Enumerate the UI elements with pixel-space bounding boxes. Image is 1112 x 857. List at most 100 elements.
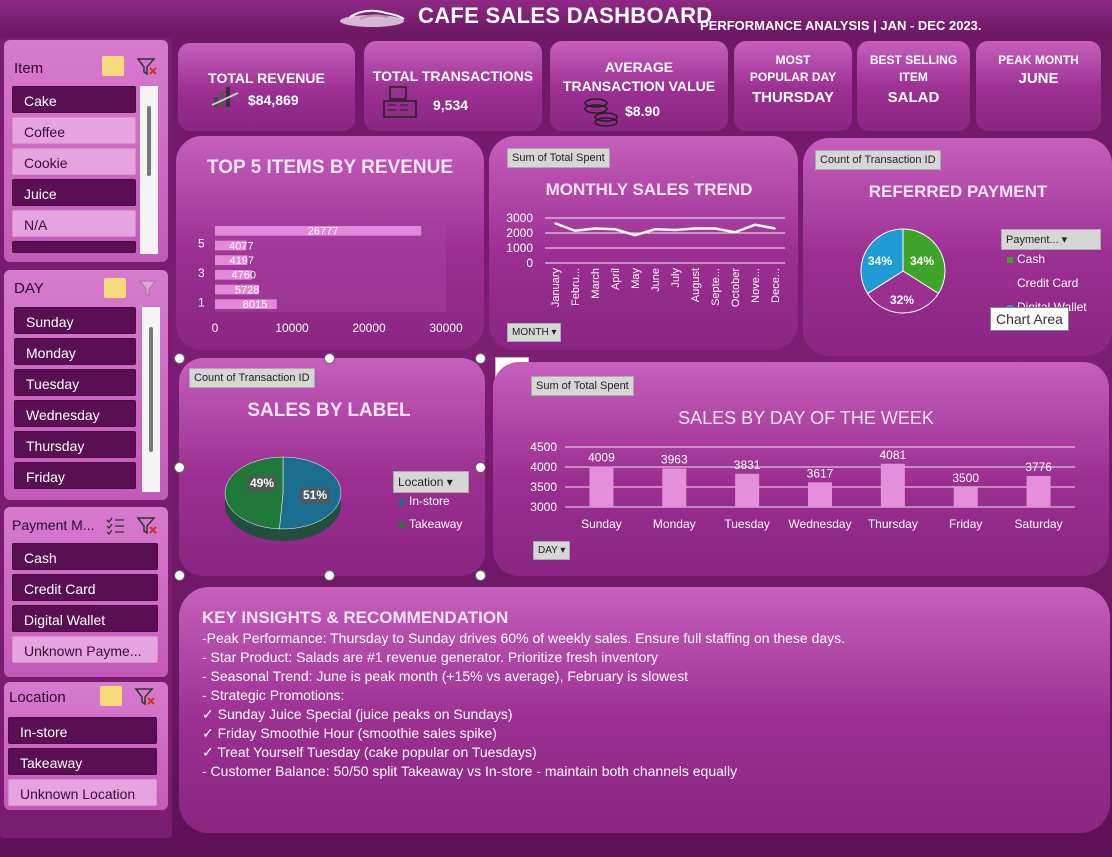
slicer-day-option[interactable]: Sunday xyxy=(14,307,136,334)
resize-handle[interactable] xyxy=(324,353,335,364)
resize-handle[interactable] xyxy=(475,353,486,364)
kpi-total-revenue: TOTAL REVENUE $84,869 xyxy=(178,43,355,131)
legend-cash: Cash xyxy=(1007,252,1045,266)
slicer-item-option[interactable]: N/A xyxy=(12,210,136,237)
label-pie-chart: 51% 49% xyxy=(224,456,342,541)
x-tick-label: Saturday xyxy=(1015,517,1063,531)
slicer-payment-option[interactable]: Digital Wallet xyxy=(12,605,158,632)
bar xyxy=(662,468,687,507)
insight-line: ✓ Friday Smoothie Hour (smoothie sales s… xyxy=(202,725,497,741)
insights-title: KEY INSIGHTS & RECOMMENDATION xyxy=(202,608,509,627)
resize-handle[interactable] xyxy=(174,353,185,364)
data-label: 51% xyxy=(303,488,327,502)
slicer-payment-title: Payment M... xyxy=(12,517,95,533)
bar xyxy=(953,487,978,507)
slicer-day-title: DAY xyxy=(14,280,44,297)
slicer-location-option[interactable]: Unknown Location xyxy=(8,779,157,806)
kpi-best-item: BEST SELLING ITEM SALAD xyxy=(857,41,970,131)
slicer-payment-option[interactable]: Cash xyxy=(12,543,158,570)
slicer-item-option[interactable]: Juice xyxy=(12,179,136,206)
kpi-label: TOTAL TRANSACTIONS xyxy=(372,68,534,84)
slicer-day-option[interactable]: Wednesday xyxy=(14,400,136,427)
x-tick-label: 0 xyxy=(212,321,219,335)
data-label: 3776 xyxy=(1025,460,1052,474)
slicer-scrollbar[interactable] xyxy=(140,86,158,254)
location-filter-button[interactable]: Location ▾ xyxy=(393,471,469,493)
monthly-line-chart: 3000200010000 January Febru... March April Ma… xyxy=(506,211,785,308)
slicer-item-option[interactable]: Coffee xyxy=(12,117,136,144)
resize-handle[interactable] xyxy=(324,570,335,581)
slicer-item-option[interactable]: Cake xyxy=(12,86,136,113)
bar xyxy=(589,466,614,507)
y-tick-label: 4000 xyxy=(530,460,557,474)
kpi-label: BEST SELLING xyxy=(869,53,958,67)
clear-filter-icon[interactable] xyxy=(134,686,156,706)
slicer-item-option[interactable]: Cookie xyxy=(12,148,136,175)
filter-icon[interactable] xyxy=(138,278,160,298)
x-tick-label: 10000 xyxy=(275,321,309,335)
slicer-day-option[interactable]: Friday xyxy=(14,462,136,489)
month-filter-button[interactable]: MONTH ▾ xyxy=(507,323,562,342)
slicer-payment-option[interactable]: Credit Card xyxy=(12,574,158,601)
multi-select-icon[interactable] xyxy=(104,515,126,535)
x-tick-label: Dece... xyxy=(770,268,782,303)
slicer-day-option[interactable]: Tuesday xyxy=(14,369,136,396)
kpi-value: SALAD xyxy=(887,89,940,106)
slicer-location-option[interactable]: In-store xyxy=(8,717,157,744)
y-tick-label: 3000 xyxy=(506,211,533,225)
legend-in-store: In-store xyxy=(399,494,450,508)
slicer-scrollbar[interactable] xyxy=(142,307,160,492)
slicer-day-option[interactable]: Thursday xyxy=(14,431,136,458)
kpi-value: $8.90 xyxy=(625,103,661,119)
slicer-payment: Payment M... Cash Credit Card Digital Wa… xyxy=(4,507,168,677)
x-tick-label: July xyxy=(670,268,682,288)
resize-handle[interactable] xyxy=(174,570,185,581)
top5-items-panel: TOP 5 ITEMS BY REVENUE 26777 4077 4197 4760… xyxy=(176,136,484,350)
slicer-day-option[interactable]: Monday xyxy=(14,338,136,365)
bar xyxy=(1026,475,1051,507)
data-label: 32% xyxy=(890,293,914,307)
clear-filter-icon[interactable] xyxy=(136,515,158,535)
slicer-location-option[interactable]: Takeaway xyxy=(8,748,157,775)
slicer-item-title: Item xyxy=(14,60,44,77)
resize-handle[interactable] xyxy=(475,570,486,581)
y-tick-label: 1000 xyxy=(506,241,533,255)
y-tick-label: 5 xyxy=(198,237,205,251)
x-tick-label: April xyxy=(610,268,622,290)
x-tick-label: January xyxy=(550,268,562,308)
kpi-value: THURSDAY xyxy=(752,89,834,106)
cash-register-icon xyxy=(383,86,417,118)
slicer-location-title: Location xyxy=(9,689,66,706)
legend-label: Takeaway xyxy=(409,517,463,531)
multi-select-icon[interactable] xyxy=(100,686,122,706)
insight-line: ✓ Treat Yourself Tuesday (cake popular o… xyxy=(202,744,537,760)
x-tick-label: Febru... xyxy=(570,268,582,306)
kpi-label: PEAK MONTH xyxy=(998,53,1079,67)
resize-handle[interactable] xyxy=(475,462,486,473)
slicer-item-option-partial[interactable] xyxy=(12,241,136,253)
data-label: 4077 xyxy=(229,240,253,252)
kpi-peak-month: PEAK MONTH JUNE xyxy=(976,41,1101,131)
x-tick-label: Tuesday xyxy=(724,517,770,531)
slicer-item: Item Cake Coffee Cookie Juice N/A xyxy=(4,40,168,262)
data-label: 4760 xyxy=(231,270,255,282)
resize-handle[interactable] xyxy=(174,462,185,473)
data-label: 3500 xyxy=(952,471,979,485)
multi-select-icon[interactable] xyxy=(102,56,124,76)
sales-by-label-panel[interactable]: Count of Transaction ID SALES BY LABEL 5… xyxy=(179,358,485,576)
dashboard-title: CAFE SALES DASHBOARD xyxy=(418,3,713,28)
day-filter-label: DAY xyxy=(538,545,558,556)
day-filter-button[interactable]: DAY ▾ xyxy=(533,541,571,560)
y-tick-label: 3000 xyxy=(530,500,557,514)
multi-select-icon[interactable] xyxy=(104,278,126,298)
clear-filter-icon[interactable] xyxy=(136,56,158,76)
slicer-payment-option[interactable]: Unknown Payme... xyxy=(12,636,158,663)
kpi-label: MOST xyxy=(775,53,811,67)
legend-credit-card: Credit Card xyxy=(1007,276,1078,290)
y-tick-label: 3500 xyxy=(530,480,557,494)
kpi-label: AVERAGE xyxy=(604,59,674,75)
payment-filter-button[interactable]: Payment... ▾ xyxy=(1001,229,1101,250)
insight-line: - Seasonal Trend: June is peak month (+1… xyxy=(202,668,688,684)
top5-bar-chart: 26777 4077 4197 4760 5728 8015 5 3 10 10000 20000 3… xyxy=(198,224,463,335)
month-filter-label: MONTH xyxy=(512,327,549,338)
